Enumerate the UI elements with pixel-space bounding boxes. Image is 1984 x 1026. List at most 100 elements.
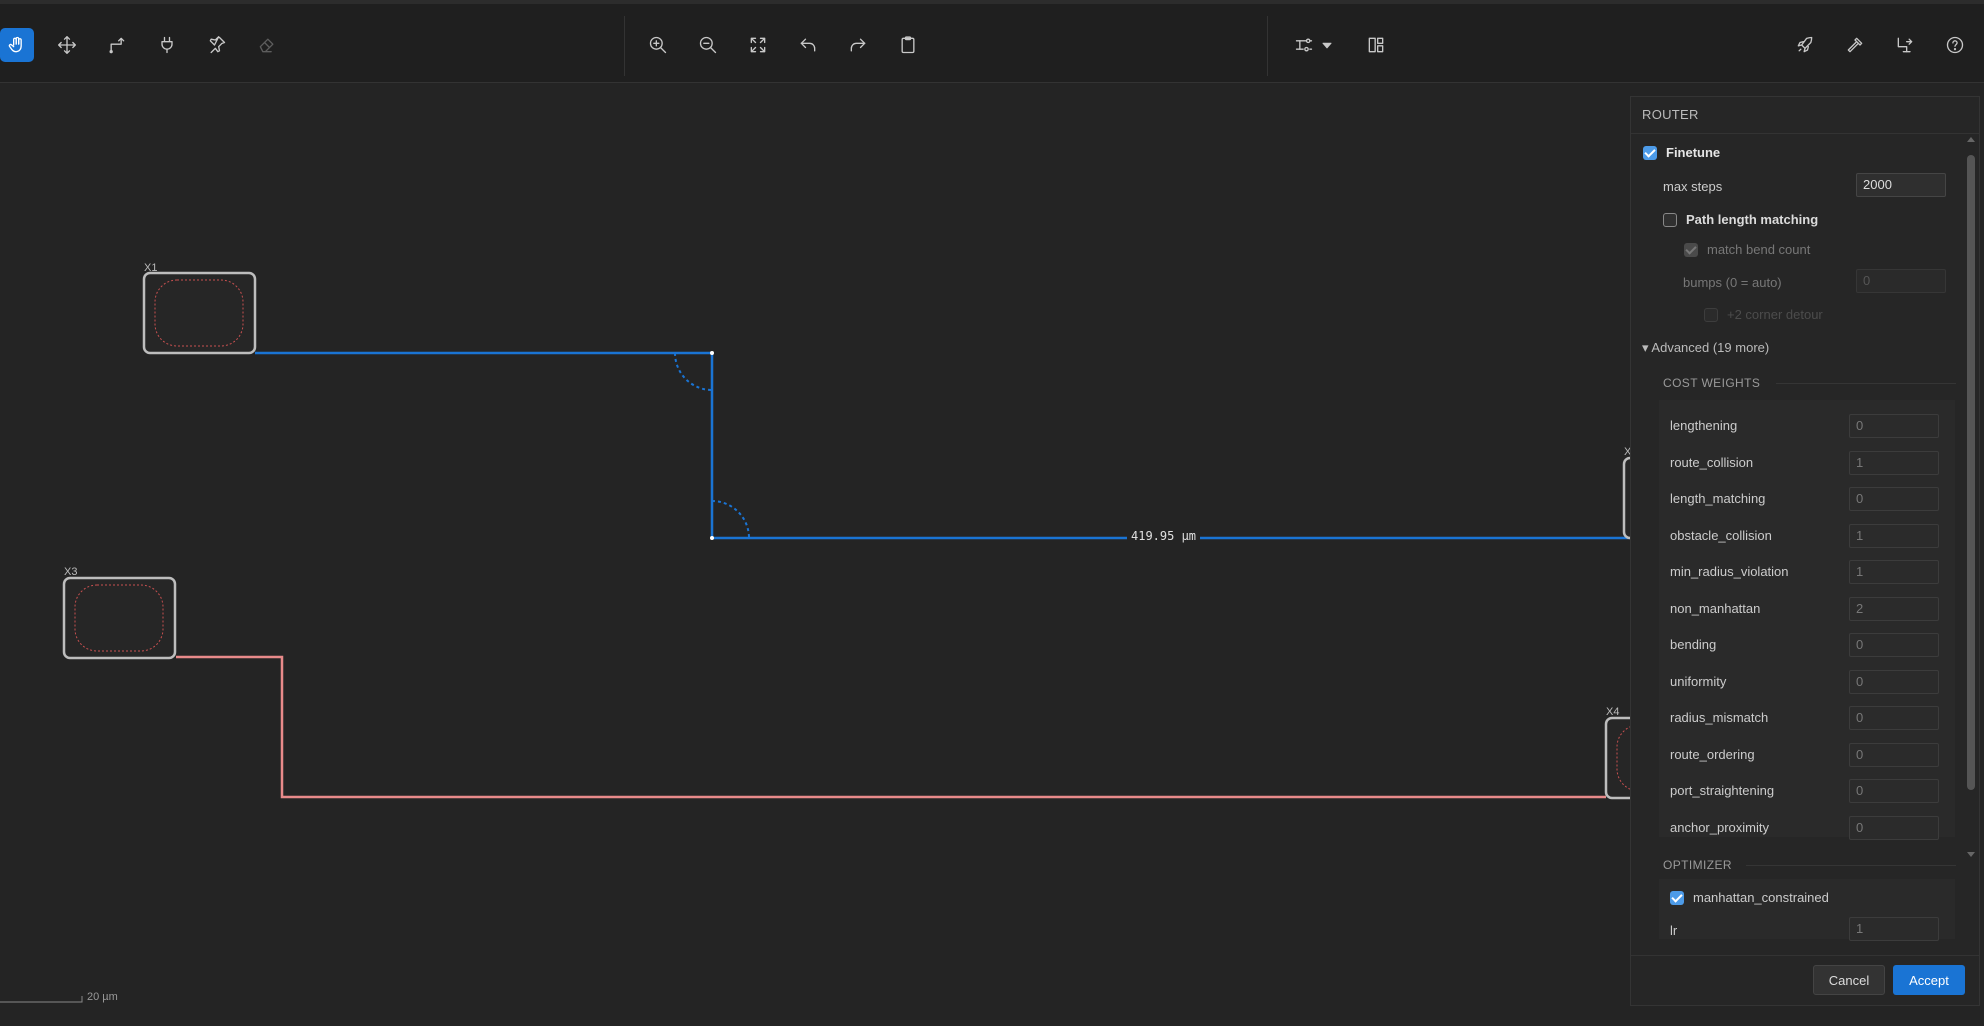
router-panel: ROUTER Finetune max steps 2000 Path leng… <box>1630 96 1980 1006</box>
route-export-button[interactable] <box>1888 28 1922 62</box>
zoom-in-icon <box>649 36 667 54</box>
scale-bar-label: 20 µm <box>87 991 118 1003</box>
build-button[interactable] <box>1838 28 1872 62</box>
cost-weight-input[interactable]: 0 <box>1849 706 1939 730</box>
run-button[interactable] <box>1788 28 1822 62</box>
cost-weight-label: radius_mismatch <box>1670 710 1769 725</box>
bumps-input[interactable]: 0 <box>1856 269 1946 293</box>
fit-view-icon <box>750 37 766 53</box>
corner-detour-checkbox[interactable] <box>1704 308 1718 322</box>
corner-detour-label: +2 corner detour <box>1727 307 1823 322</box>
cost-weight-input[interactable]: 0 <box>1849 815 1939 840</box>
cost-weight-label: bending <box>1670 637 1717 652</box>
clipboard-icon <box>901 36 915 54</box>
help-button[interactable] <box>1938 28 1972 62</box>
eraser-icon <box>259 38 274 53</box>
cost-weight-label: min_radius_violation <box>1670 564 1789 579</box>
hammer-icon <box>1847 37 1863 53</box>
bumps-label: bumps (0 = auto) <box>1683 275 1782 290</box>
divider <box>1631 133 1979 134</box>
cost-weight-label: anchor_proximity <box>1670 819 1769 835</box>
cost-weight-input[interactable]: 0 <box>1849 779 1939 803</box>
component-label-x4: X4 <box>1606 706 1620 718</box>
zoom-out-button[interactable] <box>691 28 725 62</box>
cost-weight-input[interactable]: 0 <box>1849 669 1939 694</box>
clipboard-button[interactable] <box>891 28 925 62</box>
move-tool-button[interactable] <box>50 28 84 62</box>
component-x3[interactable] <box>62 576 177 660</box>
help-icon <box>1946 36 1964 54</box>
cost-weight-input[interactable]: 0 <box>1849 487 1939 511</box>
route-icon <box>109 37 125 54</box>
bend-radius-arc <box>711 500 750 539</box>
router-dropdown-button[interactable] <box>1317 28 1337 62</box>
cost-weight-input[interactable]: 0 <box>1849 742 1939 767</box>
advanced-toggle[interactable]: ▾ Advanced (19 more) <box>1642 340 1769 356</box>
cost-weights-title: COST WEIGHTS <box>1663 376 1761 390</box>
panel-title: ROUTER <box>1642 107 1699 122</box>
router-settings-button[interactable] <box>1287 28 1321 62</box>
divider <box>1746 865 1956 866</box>
component-x1[interactable] <box>142 271 257 355</box>
hand-tool-button[interactable] <box>0 28 34 62</box>
manhattan-constrained-checkbox[interactable] <box>1670 891 1684 905</box>
pin-tool-button[interactable] <box>200 28 234 62</box>
scale-bar <box>0 996 83 1003</box>
lr-label: lr <box>1670 923 1678 938</box>
redo-button[interactable] <box>841 28 875 62</box>
pin-icon <box>209 36 226 54</box>
route-export-icon <box>1897 37 1913 53</box>
route-x3-x4[interactable] <box>176 655 1606 799</box>
path-length-matching-label: Path length matching <box>1686 212 1819 227</box>
cost-weight-input[interactable]: 1 <box>1849 450 1939 475</box>
layout-icon <box>1368 37 1384 53</box>
divider <box>1776 383 1956 384</box>
lr-input[interactable]: 1 <box>1849 917 1939 941</box>
finetune-label: Finetune <box>1666 145 1721 160</box>
cost-weights-list: lengthening 0 route_collision 1 length_match… <box>1659 400 1955 840</box>
eraser-tool-button[interactable] <box>250 28 284 62</box>
zoom-in-button[interactable] <box>641 28 675 62</box>
plug-icon <box>161 36 173 54</box>
layout-button[interactable] <box>1359 28 1393 62</box>
accept-button[interactable]: Accept <box>1893 965 1965 995</box>
toolbar <box>0 0 1984 83</box>
cost-weight-input[interactable]: 1 <box>1849 560 1939 584</box>
max-steps-input[interactable]: 2000 <box>1856 173 1946 197</box>
route-x1-x2[interactable] <box>255 351 1630 540</box>
cost-weight-input[interactable]: 0 <box>1849 633 1939 657</box>
cost-weight-label: port_straightening <box>1670 783 1775 798</box>
divider <box>1631 955 1979 956</box>
finetune-checkbox[interactable] <box>1643 146 1657 160</box>
scroll-down-arrow[interactable] <box>1967 852 1975 857</box>
cost-weight-label: length_matching <box>1670 491 1766 506</box>
hand-icon <box>8 36 22 53</box>
scroll-up-arrow[interactable] <box>1967 137 1975 142</box>
cost-weight-label: lengthening <box>1670 418 1738 433</box>
plug-tool-button[interactable] <box>150 28 184 62</box>
path-length-matching-checkbox[interactable] <box>1663 213 1677 227</box>
router-settings-icon <box>1295 38 1313 52</box>
cost-weight-label: obstacle_collision <box>1670 527 1772 543</box>
fit-view-button[interactable] <box>741 28 775 62</box>
cost-weight-input[interactable]: 2 <box>1849 596 1939 621</box>
max-steps-label: max steps <box>1663 179 1723 194</box>
cost-weight-input[interactable]: 0 <box>1849 414 1939 438</box>
rocket-icon <box>1797 36 1813 53</box>
undo-button[interactable] <box>791 28 825 62</box>
cost-weight-label: route_collision <box>1670 454 1754 470</box>
panel-scrollbar[interactable] <box>1967 137 1975 857</box>
match-bend-count-checkbox[interactable] <box>1684 243 1698 257</box>
undo-icon <box>800 38 816 52</box>
route-tool-button[interactable] <box>100 28 134 62</box>
cost-weight-input[interactable]: 1 <box>1849 523 1939 548</box>
cost-weight-label: uniformity <box>1670 673 1727 689</box>
cost-weight-label: route_ordering <box>1670 746 1755 762</box>
cancel-button[interactable]: Cancel <box>1813 965 1885 995</box>
manhattan-constrained-label: manhattan_constrained <box>1693 890 1829 905</box>
dropdown-icon <box>1322 42 1332 49</box>
scroll-thumb[interactable] <box>1967 155 1975 790</box>
component-label-x1: X1 <box>144 262 158 274</box>
zoom-out-icon <box>699 36 717 54</box>
toolbar-separator <box>624 16 625 76</box>
